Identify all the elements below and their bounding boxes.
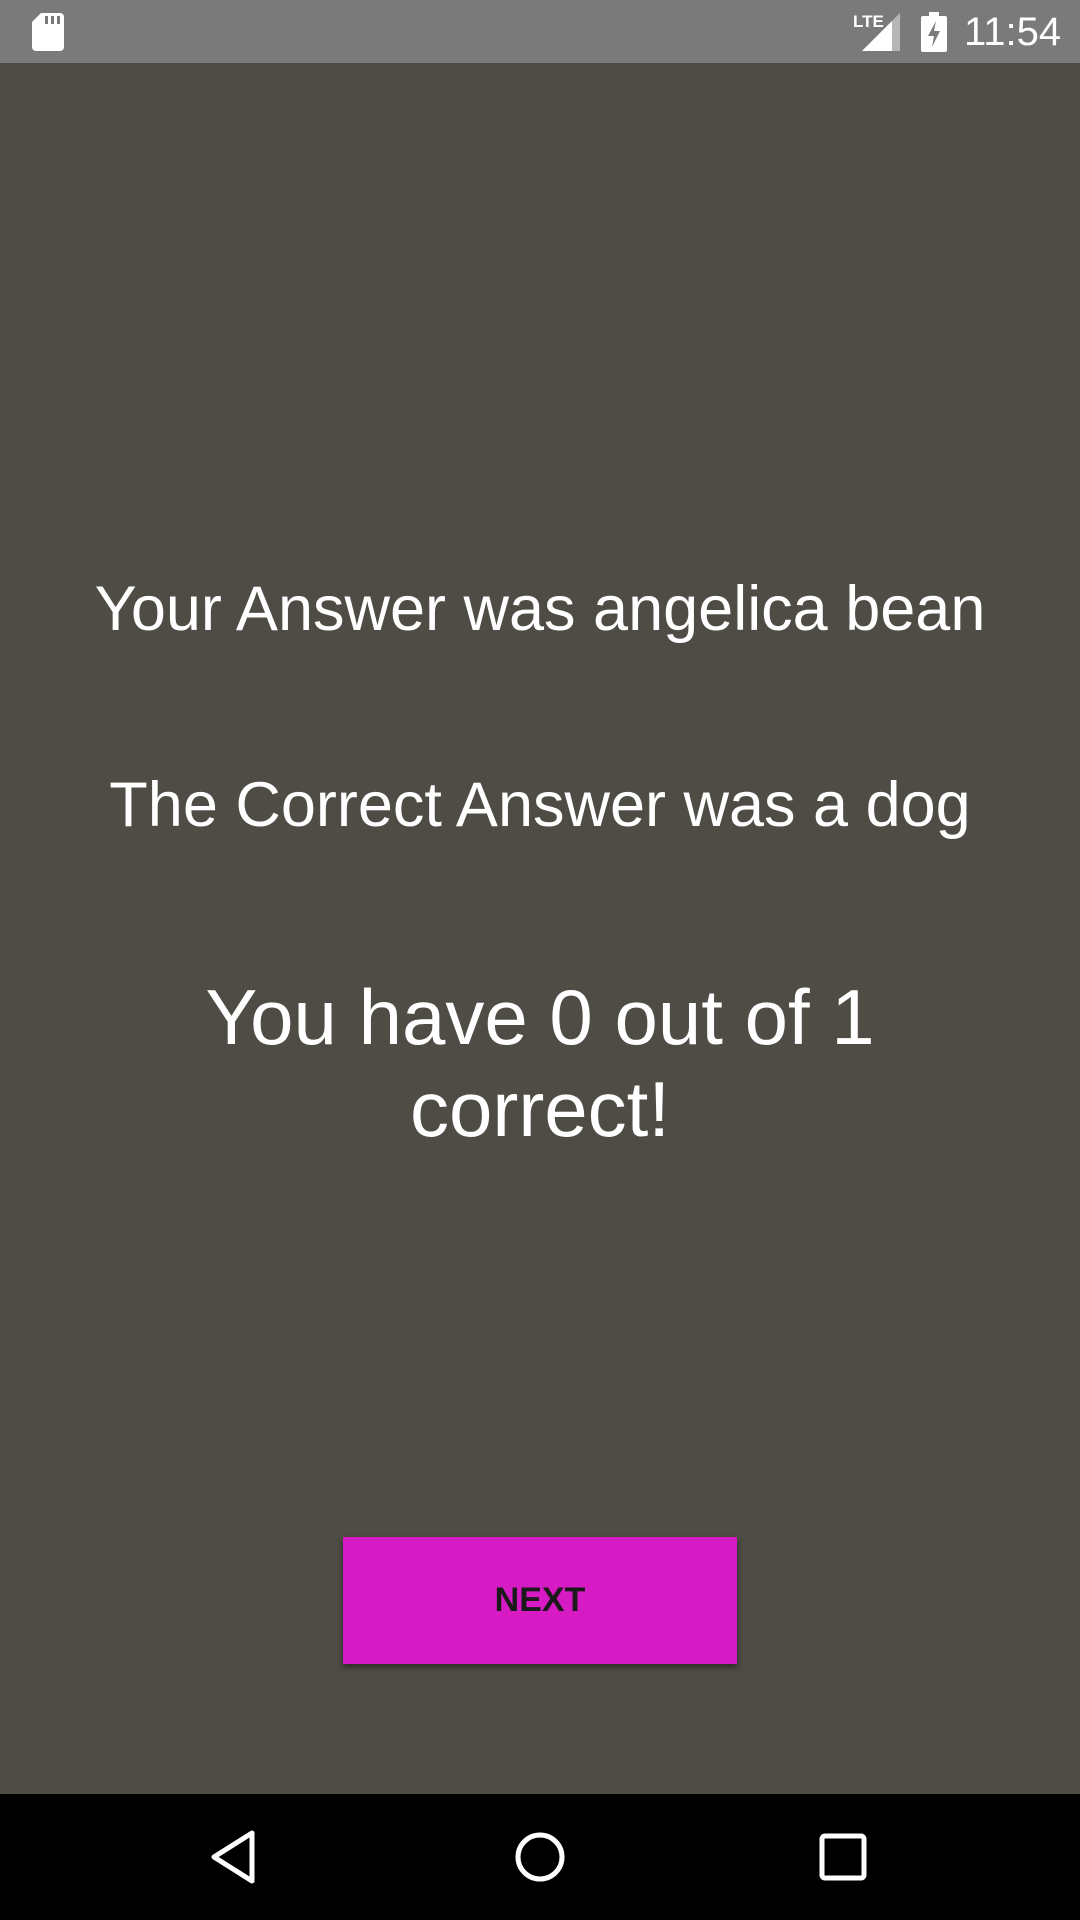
signal-icon	[862, 13, 900, 51]
sd-card-icon	[32, 13, 64, 51]
battery-charging-icon	[921, 12, 947, 52]
navigation-bar	[0, 1794, 1080, 1920]
back-icon[interactable]	[203, 1824, 269, 1890]
next-button[interactable]: NEXT	[343, 1537, 737, 1664]
score-text: You have 0 out of 1 correct!	[205, 973, 875, 1153]
your-answer-text: Your Answer was angelica bean	[94, 574, 986, 644]
recent-apps-icon[interactable]	[810, 1824, 876, 1890]
status-time: 11:54	[964, 10, 1062, 54]
home-icon[interactable]	[507, 1824, 573, 1890]
result-screen: Your Answer was angelica bean The Correc…	[0, 63, 1080, 1794]
status-bar: LTE 11:54	[0, 0, 1080, 63]
correct-answer-text: The Correct Answer was a dog	[109, 770, 971, 840]
